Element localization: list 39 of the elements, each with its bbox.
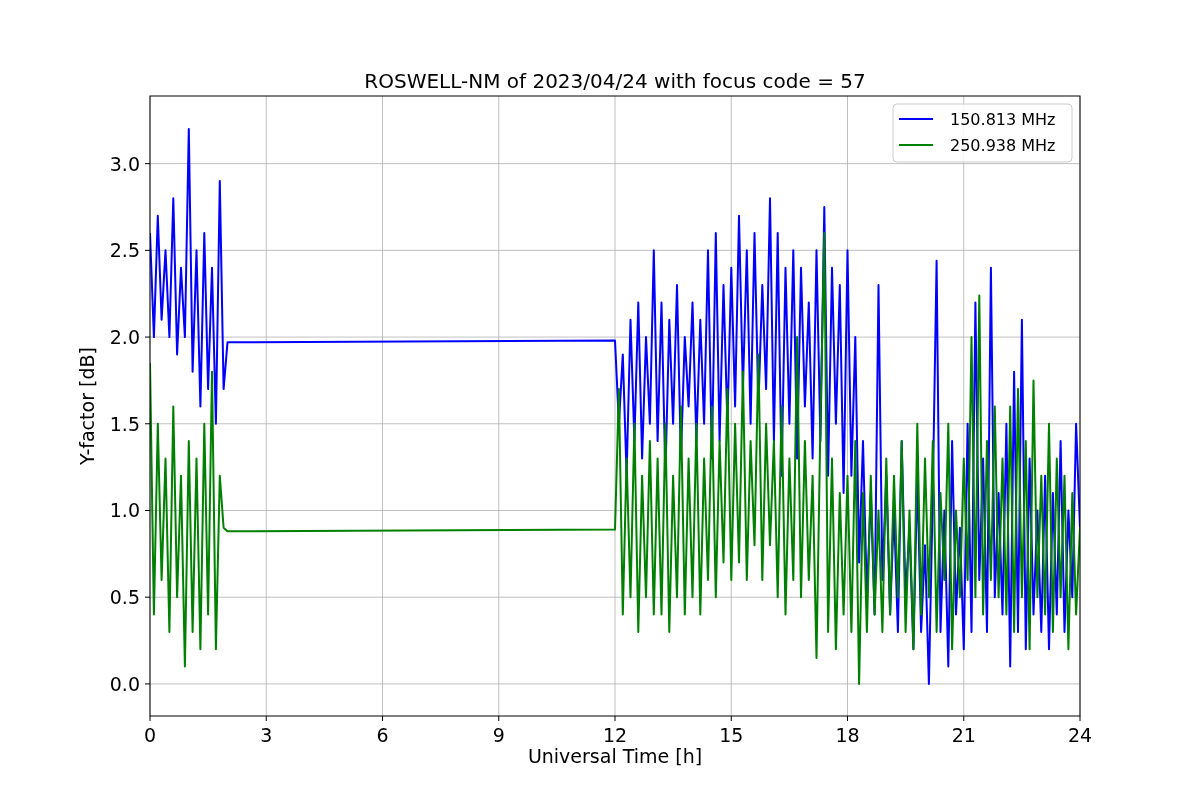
tick-label: 1.5	[109, 412, 140, 435]
tick-label: 0	[143, 724, 157, 746]
legend-label: 150.813 MHz	[950, 110, 1056, 129]
tick-label: 6	[376, 724, 389, 746]
y-axis-label: Y-factor [dB]	[76, 347, 98, 465]
tick-mark	[1079, 715, 1081, 722]
tick-mark	[730, 715, 732, 722]
tick-label: 21	[951, 724, 976, 746]
legend-line-icon	[898, 144, 934, 146]
tick-mark	[265, 715, 267, 722]
tick-label: 18	[835, 724, 860, 746]
tick-label: 2.0	[109, 326, 140, 349]
tick-mark	[498, 715, 500, 722]
tick-label: 3	[260, 724, 273, 746]
tick-mark	[847, 715, 848, 722]
tick-mark	[144, 596, 151, 598]
tick-mark	[144, 510, 151, 511]
tick-label: 2.5	[109, 239, 140, 262]
tick-mark	[149, 715, 151, 722]
tick-label: 9	[492, 724, 505, 746]
tick-label: 0.5	[109, 586, 140, 609]
tick-mark	[144, 336, 151, 338]
tick-label: 3.0	[109, 152, 140, 175]
tick-mark	[144, 163, 151, 165]
tick-mark	[614, 715, 616, 722]
tick-mark	[144, 683, 151, 685]
tick-label: 1.0	[109, 499, 140, 522]
legend-label: 250.938 MHz	[950, 136, 1056, 155]
legend-line-icon	[898, 118, 934, 120]
tick-mark	[144, 423, 151, 425]
tick-label: 15	[719, 724, 744, 746]
x-axis-label: Universal Time [h]	[527, 745, 703, 767]
tick-mark	[144, 249, 151, 251]
chart-title: ROSWELL-NM of 2023/04/24 with focus code = 57	[364, 69, 866, 93]
tick-label: 24	[1067, 724, 1093, 746]
tick-mark	[963, 715, 965, 722]
tick-mark	[382, 715, 383, 722]
tick-label: 12	[602, 724, 628, 746]
tick-label: 0.0	[109, 672, 140, 695]
